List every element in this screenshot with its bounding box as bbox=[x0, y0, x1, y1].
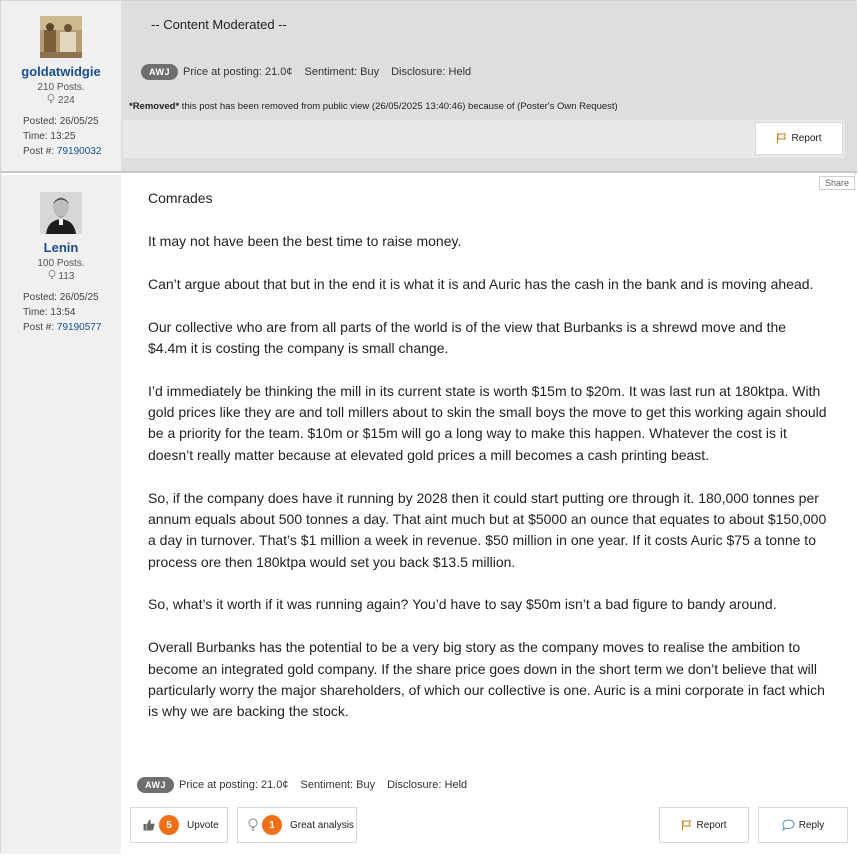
post-moderated: goldatwidgie 210 Posts. 224 Posted: 26/0… bbox=[1, 1, 857, 173]
post-meta: Posted: 26/05/25 Time: 13:54 Post #: 791… bbox=[1, 290, 121, 335]
post-number-link[interactable]: 79190577 bbox=[57, 322, 102, 333]
upvote-count: 5 bbox=[159, 815, 179, 835]
post-paragraph: Overall Burbanks has the potential to be… bbox=[148, 639, 825, 720]
upvote-button[interactable]: 5 Upvote bbox=[130, 807, 228, 843]
posted-time: Time: 13:54 bbox=[23, 307, 76, 318]
likes-count: 224 bbox=[1, 94, 121, 106]
post-body: Comrades It may not have been the best t… bbox=[148, 188, 828, 744]
upvote-label: Upvote bbox=[187, 819, 219, 831]
stock-tag[interactable]: AWJ bbox=[141, 64, 179, 80]
report-button[interactable]: Report bbox=[755, 122, 843, 155]
post-meta: Posted: 26/05/25 Time: 13:25 Post #: 791… bbox=[1, 114, 121, 159]
removed-notice: *Removed* this post has been removed fro… bbox=[129, 101, 618, 112]
removed-text: this post has been removed from public v… bbox=[179, 101, 618, 112]
post-content: Share Comrades It may not have been the … bbox=[121, 175, 857, 854]
post-paragraph: I’d immediately be thinking the mill in … bbox=[148, 382, 827, 463]
post-paragraph: So, what’s it worth if it was running ag… bbox=[148, 596, 777, 613]
thread: goldatwidgie 210 Posts. 224 Posted: 26/0… bbox=[0, 0, 857, 854]
speech-bubble-icon bbox=[781, 819, 795, 831]
post-paragraph: It may not have been the best time to ra… bbox=[148, 232, 462, 249]
post-content: -- Content Moderated -- AWJ Price at pos… bbox=[121, 1, 857, 171]
stock-tag[interactable]: AWJ bbox=[137, 777, 175, 793]
post-paragraph: Can’t argue about that but in the end it… bbox=[148, 275, 814, 292]
price-at-posting: Price at posting: 21.0¢ bbox=[183, 66, 293, 78]
lightbulb-icon bbox=[248, 818, 258, 831]
post-number: Post #: 79190577 bbox=[23, 320, 121, 335]
price-bar: AWJ Price at posting: 21.0¢ Sentiment: B… bbox=[137, 777, 479, 793]
report-button[interactable]: Report bbox=[659, 807, 749, 843]
sentiment: Sentiment: Buy bbox=[304, 66, 380, 78]
great-analysis-label: Great analysis bbox=[290, 819, 354, 831]
likes-value: 224 bbox=[58, 95, 75, 106]
post-number-label: Post #: bbox=[23, 146, 57, 157]
disclosure: Disclosure: Held bbox=[391, 66, 472, 78]
sentiment: Sentiment: Buy bbox=[300, 779, 376, 791]
post-number-label: Post #: bbox=[23, 322, 57, 333]
username[interactable]: Lenin bbox=[1, 240, 121, 255]
likes-value: 113 bbox=[58, 271, 75, 282]
avatar[interactable] bbox=[40, 16, 82, 58]
thumbs-up-icon bbox=[143, 819, 155, 831]
post-count: 210 Posts. bbox=[37, 82, 85, 93]
price-bar: AWJ Price at posting: 21.0¢ Sentiment: B… bbox=[141, 64, 483, 80]
post-count: 100 Posts. bbox=[37, 258, 85, 269]
post-footer bbox=[123, 120, 845, 158]
report-label: Report bbox=[791, 133, 822, 144]
great-analysis-count: 1 bbox=[262, 815, 282, 835]
flag-icon bbox=[682, 820, 692, 830]
post-author-sidebar: Lenin 100 Posts. 113 Posted: 26/05/25 Ti… bbox=[1, 175, 121, 854]
post-paragraph: So, if the company does have it running … bbox=[148, 489, 827, 570]
disclosure: Disclosure: Held bbox=[387, 779, 468, 791]
lightbulb-icon bbox=[48, 270, 56, 279]
reply-label: Reply bbox=[798, 819, 825, 831]
flag-icon bbox=[777, 133, 787, 144]
post: Lenin 100 Posts. 113 Posted: 26/05/25 Ti… bbox=[1, 175, 857, 854]
removed-label: *Removed* bbox=[129, 101, 180, 112]
post-paragraph: Our collective who are from all parts of… bbox=[148, 318, 787, 356]
posted-time: Time: 13:25 bbox=[23, 131, 76, 142]
report-label: Report bbox=[696, 819, 727, 831]
likes-count: 113 bbox=[1, 270, 121, 282]
post-author-sidebar: goldatwidgie 210 Posts. 224 Posted: 26/0… bbox=[1, 1, 121, 171]
post-number: Post #: 79190032 bbox=[23, 144, 121, 159]
moderated-notice: -- Content Moderated -- bbox=[151, 17, 287, 32]
posted-date: Posted: 26/05/25 bbox=[23, 292, 99, 303]
great-analysis-button[interactable]: 1 Great analysis bbox=[237, 807, 357, 843]
post-number-link[interactable]: 79190032 bbox=[57, 146, 102, 157]
post-paragraph: Comrades bbox=[148, 190, 213, 206]
price-at-posting: Price at posting: 21.0¢ bbox=[179, 779, 289, 791]
reply-button[interactable]: Reply bbox=[758, 807, 848, 843]
username[interactable]: goldatwidgie bbox=[1, 64, 121, 79]
posted-date: Posted: 26/05/25 bbox=[23, 116, 99, 127]
avatar[interactable] bbox=[40, 192, 82, 234]
lightbulb-icon bbox=[47, 94, 55, 103]
